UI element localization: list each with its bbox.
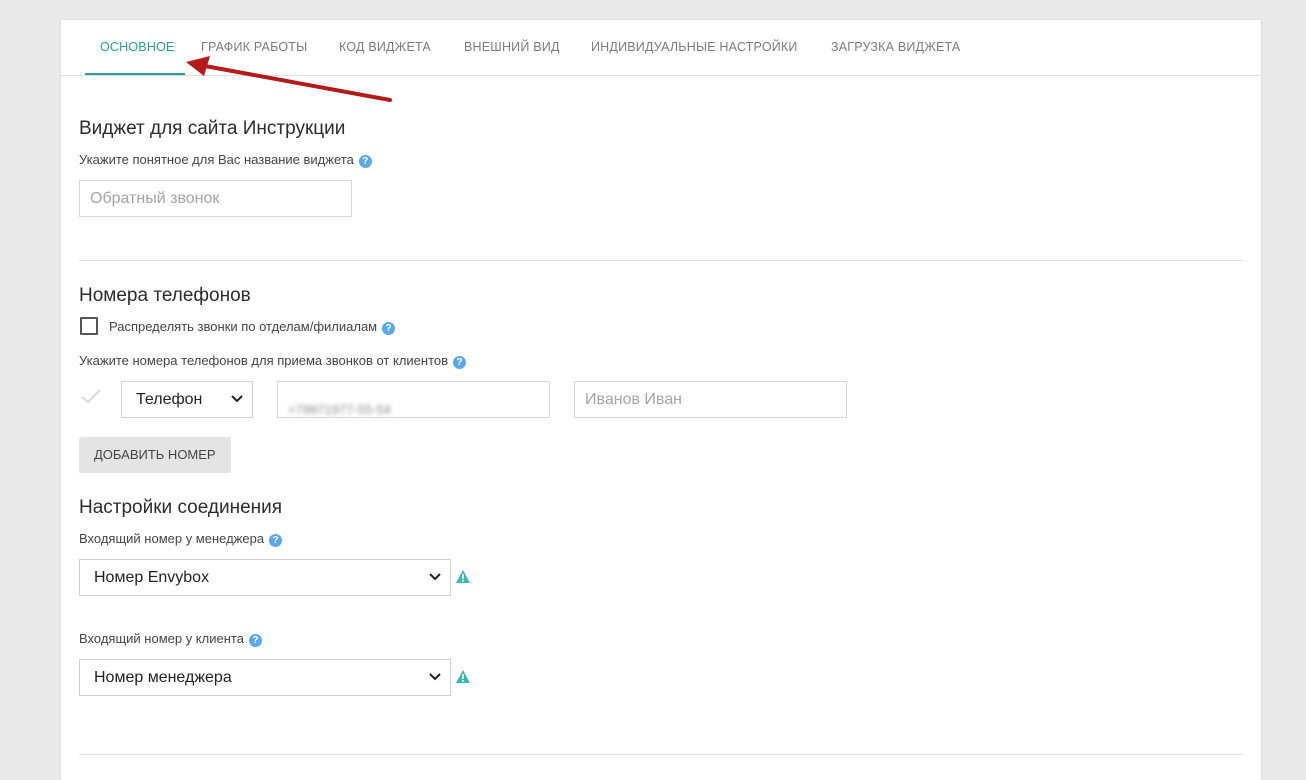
section-divider (79, 260, 1243, 261)
tab-appearance[interactable]: Внешний вид (464, 20, 560, 75)
chevron-down-icon (231, 395, 243, 403)
tab-widget-loading[interactable]: Загрузка виджета (831, 20, 960, 75)
widget-name-input[interactable]: Обратный звонок (79, 180, 352, 217)
warning-icon[interactable] (456, 570, 470, 583)
phone-numbers-label-text: Укажите номера телефонов для приема звон… (79, 353, 449, 368)
phone-number-value: +79971977-55-54 (288, 402, 392, 417)
help-icon[interactable]: ? (382, 322, 396, 335)
owner-name-input[interactable]: Иванов Иван (574, 381, 847, 418)
phone-type-select[interactable]: Телефон (121, 381, 253, 418)
client-number-select[interactable]: Номер менеджера (79, 659, 451, 696)
chevron-down-icon (429, 573, 441, 581)
manager-number-label: Входящий номер у менеджера? (79, 531, 283, 547)
tab-main[interactable]: Основное (100, 20, 175, 75)
manager-number-label-text: Входящий номер у менеджера (79, 531, 265, 546)
tab-bar: Основное График работы Код виджета Внешн… (61, 20, 1261, 76)
phone-number-input[interactable]: +79971977-55-54 (277, 381, 550, 418)
add-number-button[interactable]: Добавить номер (79, 437, 231, 473)
widget-title: Виджет для сайта Инструкции (79, 118, 346, 139)
phone-numbers-label: Укажите номера телефонов для приема звон… (79, 353, 467, 369)
manager-number-value: Номер Envybox (94, 569, 210, 586)
phone-type-value: Телефон (136, 391, 203, 408)
manager-number-select[interactable]: Номер Envybox (79, 559, 451, 596)
distribute-label-text: Распределять звонки по отделам/филиалам (109, 319, 378, 334)
help-icon[interactable]: ? (453, 356, 467, 369)
tab-schedule[interactable]: График работы (201, 20, 307, 75)
widget-settings-card: Основное График работы Код виджета Внешн… (61, 20, 1261, 780)
tab-individual-settings[interactable]: Индивидуальные настройки (591, 20, 798, 75)
phones-title: Номера телефонов (79, 285, 251, 306)
client-number-label: Входящий номер у клиента? (79, 631, 262, 647)
connection-title: Настройки соединения (79, 497, 283, 518)
check-icon[interactable] (80, 387, 102, 405)
tab-widget-code[interactable]: Код виджета (339, 20, 431, 75)
help-icon[interactable]: ? (358, 155, 372, 168)
widget-name-label: Укажите понятное для Вас название виджет… (79, 152, 372, 168)
widget-name-label-text: Укажите понятное для Вас название виджет… (79, 152, 354, 167)
warning-icon[interactable] (456, 670, 470, 683)
chevron-down-icon (429, 673, 441, 681)
distribute-checkbox[interactable] (80, 317, 98, 335)
distribute-label: Распределять звонки по отделам/филиалам? (109, 319, 396, 335)
help-icon[interactable]: ? (248, 634, 262, 647)
help-icon[interactable]: ? (269, 534, 283, 547)
client-number-label-text: Входящий номер у клиента (79, 631, 244, 646)
section-divider (79, 754, 1243, 755)
client-number-value: Номер менеджера (94, 669, 232, 686)
active-tab-indicator (85, 73, 185, 75)
